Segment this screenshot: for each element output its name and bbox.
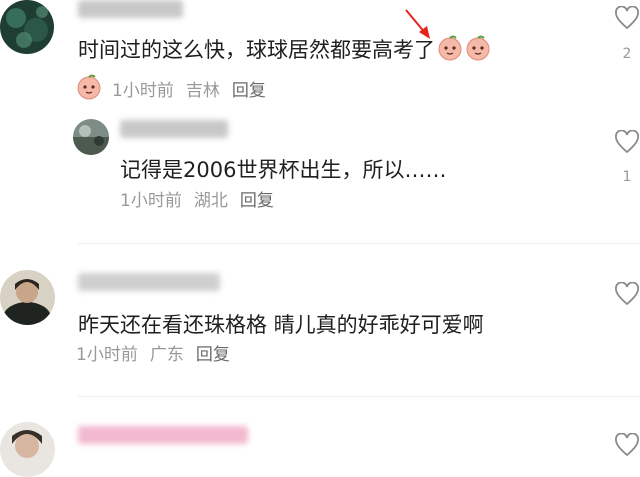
reply-time: 1小时前 [120, 191, 182, 211]
heart-outline-icon[interactable] [614, 282, 640, 306]
like-count: 2 [622, 46, 632, 62]
comment-meta: 1小时前 吉林 回复 [76, 74, 278, 102]
avatar[interactable] [73, 119, 109, 155]
avatar[interactable] [0, 270, 55, 325]
username-blurred[interactable] [78, 273, 220, 291]
heart-outline-icon[interactable] [614, 433, 640, 457]
divider [78, 243, 640, 244]
avatar[interactable] [0, 422, 55, 477]
divider [78, 396, 640, 397]
reply-meta: 1小时前 湖北 回复 [120, 190, 286, 212]
peach-face-emoji-icon [465, 35, 491, 61]
comment-text: 昨天还在看还珠格格 晴儿真的好乖好可爱啊 [78, 313, 484, 337]
like-count: 1 [622, 169, 632, 185]
comment-time: 1小时前 [112, 81, 174, 101]
reply-button[interactable]: 回复 [232, 81, 266, 101]
reply-button[interactable]: 回复 [196, 345, 230, 365]
reply-text: 记得是2006世界杯出生，所以…… [120, 158, 447, 182]
comment-location: 吉林 [185, 81, 220, 101]
heart-outline-icon[interactable] [614, 6, 640, 30]
username-blurred[interactable] [78, 0, 183, 18]
heart-outline-icon[interactable] [614, 130, 640, 154]
reply-location: 湖北 [193, 191, 228, 211]
username-blurred[interactable] [78, 426, 248, 444]
comment-time: 1小时前 [76, 345, 138, 365]
red-arrow-annotation [405, 9, 430, 39]
comment-text-content: 时间过的这么快，球球居然都要高考了 [78, 38, 435, 62]
avatar[interactable] [0, 0, 54, 54]
comment-meta: 1小时前 广东 回复 [76, 344, 242, 366]
username-blurred[interactable] [120, 120, 228, 138]
peach-face-emoji-icon [76, 74, 102, 100]
peach-face-emoji-icon [437, 35, 463, 61]
reply-button[interactable]: 回复 [240, 191, 274, 211]
comment-location: 广东 [149, 345, 184, 365]
